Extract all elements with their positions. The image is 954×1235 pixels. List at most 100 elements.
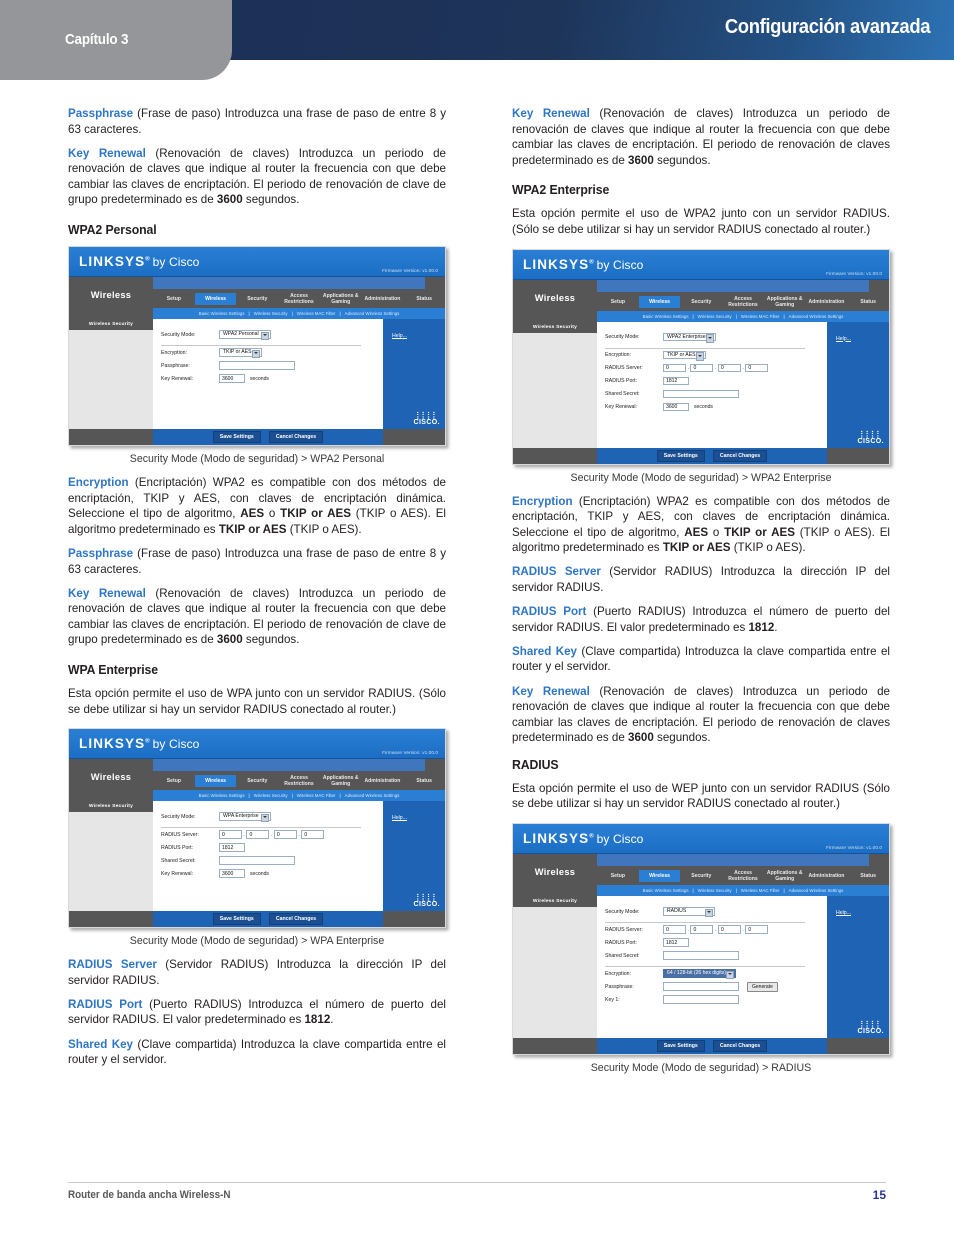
subnav-wireless-security[interactable]: Wireless Security bbox=[254, 793, 288, 798]
tab-applications-gaming[interactable]: Applications & Gaming bbox=[320, 772, 362, 790]
label-encryption: Encryption: bbox=[605, 352, 631, 359]
save-settings-button[interactable]: Save Settings bbox=[212, 913, 261, 926]
tab-status[interactable]: Status bbox=[847, 296, 889, 308]
input-key-renewal[interactable] bbox=[219, 374, 245, 383]
tab-access-restrictions[interactable]: Access Restrictions bbox=[278, 290, 320, 308]
tab-access-restrictions[interactable]: Access Restrictions bbox=[722, 867, 764, 885]
tab-setup[interactable]: Setup bbox=[597, 870, 639, 882]
select-encryption[interactable]: TKIP or AES bbox=[663, 350, 706, 361]
subnav-basic-wireless-settings[interactable]: Basic Wireless Settings bbox=[199, 311, 245, 316]
select-security-mode[interactable]: WPA2 Enterprise bbox=[663, 332, 716, 343]
subnav-basic-wireless-settings[interactable]: Basic Wireless Settings bbox=[643, 888, 689, 893]
input-radius-ip-1[interactable] bbox=[663, 925, 686, 934]
input-radius-ip-3[interactable] bbox=[717, 925, 741, 934]
select-security-mode[interactable]: RADIUS bbox=[663, 907, 715, 917]
input-shared-secret[interactable] bbox=[663, 951, 739, 960]
input-radius-ip-4[interactable] bbox=[301, 830, 325, 839]
subnav-basic-wireless-settings[interactable]: Basic Wireless Settings bbox=[643, 314, 689, 319]
router-footer-buttons: Save Settings Cancel Changes bbox=[597, 447, 827, 464]
subnav-wireless-mac-filter[interactable]: Wireless MAC Filter bbox=[297, 311, 336, 316]
help-link[interactable]: Help... bbox=[836, 910, 851, 916]
save-settings-button[interactable]: Save Settings bbox=[656, 449, 705, 462]
select-security-mode[interactable]: WPA Enterprise bbox=[219, 812, 271, 822]
save-settings-button[interactable]: Save Settings bbox=[212, 431, 261, 444]
tab-applications-gaming[interactable]: Applications & Gaming bbox=[764, 867, 806, 885]
tab-security[interactable]: Security bbox=[680, 870, 722, 882]
paragraph-wpa2-enterprise-intro: Esta opción permite el uso de WPA2 junto… bbox=[512, 207, 890, 236]
input-key1[interactable] bbox=[663, 995, 739, 1004]
help-link[interactable]: Help... bbox=[392, 815, 407, 821]
input-passphrase[interactable] bbox=[219, 361, 295, 370]
input-passphrase[interactable] bbox=[663, 982, 739, 991]
chevron-down-icon bbox=[263, 816, 268, 819]
input-shared-secret[interactable] bbox=[219, 856, 295, 865]
input-radius-ip-3[interactable] bbox=[273, 830, 297, 839]
subnav-basic-wireless-settings[interactable]: Basic Wireless Settings bbox=[199, 793, 245, 798]
select-security-mode[interactable]: WPA2 Personal bbox=[219, 330, 271, 340]
tab-setup[interactable]: Setup bbox=[153, 293, 195, 305]
select-encryption[interactable]: TKIP or AES bbox=[219, 348, 262, 358]
subnav-advanced-wireless-settings[interactable]: Advanced Wireless Settings bbox=[345, 311, 400, 316]
subnav-wireless-security[interactable]: Wireless Security bbox=[698, 888, 732, 893]
label-encryption: Encryption: bbox=[161, 349, 187, 356]
term-key-renewal: Key Renewal bbox=[512, 684, 590, 698]
tab-wireless[interactable]: Wireless bbox=[194, 293, 237, 306]
save-settings-button[interactable]: Save Settings bbox=[656, 1040, 705, 1053]
tab-access-restrictions[interactable]: Access Restrictions bbox=[278, 772, 320, 790]
generate-button[interactable]: Generate bbox=[747, 981, 778, 992]
router-app-name: Wireless bbox=[90, 290, 132, 301]
tab-status[interactable]: Status bbox=[403, 293, 445, 305]
router-body: Wireless Security Security Mode: WPA2 En… bbox=[513, 321, 889, 450]
tab-status[interactable]: Status bbox=[403, 775, 445, 787]
tab-access-restrictions[interactable]: Access Restrictions bbox=[722, 293, 764, 311]
help-link[interactable]: Help... bbox=[836, 336, 851, 342]
subnav-wireless-security[interactable]: Wireless Security bbox=[698, 314, 732, 319]
tab-setup[interactable]: Setup bbox=[153, 775, 195, 787]
tab-setup[interactable]: Setup bbox=[597, 296, 639, 308]
tab-wireless[interactable]: Wireless bbox=[638, 870, 681, 883]
cancel-changes-button[interactable]: Cancel Changes bbox=[712, 1040, 768, 1053]
input-shared-secret[interactable] bbox=[663, 389, 739, 399]
input-radius-port[interactable] bbox=[219, 843, 245, 852]
input-radius-port[interactable] bbox=[663, 376, 689, 386]
tab-administration[interactable]: Administration bbox=[806, 296, 848, 308]
cancel-changes-button[interactable]: Cancel Changes bbox=[268, 431, 324, 444]
tab-status[interactable]: Status bbox=[847, 870, 889, 882]
input-radius-ip-4[interactable] bbox=[745, 925, 769, 934]
subnav-wireless-mac-filter[interactable]: Wireless MAC Filter bbox=[741, 888, 780, 893]
input-radius-ip-2[interactable] bbox=[690, 925, 714, 934]
subnav-separator: | bbox=[735, 888, 737, 894]
cancel-changes-button[interactable]: Cancel Changes bbox=[268, 913, 324, 926]
subnav-advanced-wireless-settings[interactable]: Advanced Wireless Settings bbox=[789, 888, 844, 893]
tab-wireless[interactable]: Wireless bbox=[194, 775, 237, 788]
tab-security[interactable]: Security bbox=[680, 296, 722, 308]
input-key-renewal[interactable] bbox=[663, 402, 689, 412]
cancel-changes-button[interactable]: Cancel Changes bbox=[712, 449, 768, 462]
input-radius-ip-4[interactable] bbox=[745, 363, 769, 373]
page-title: Configuración avanzada bbox=[724, 15, 931, 38]
tab-administration[interactable]: Administration bbox=[362, 775, 404, 787]
tab-applications-gaming[interactable]: Applications & Gaming bbox=[320, 290, 362, 308]
tab-administration[interactable]: Administration bbox=[362, 293, 404, 305]
help-link[interactable]: Help... bbox=[392, 333, 407, 339]
input-radius-ip-3[interactable] bbox=[717, 363, 741, 373]
select-encryption[interactable]: 64 / 128-bit (26 hex digits) bbox=[663, 969, 736, 979]
input-key-renewal[interactable] bbox=[219, 869, 245, 878]
input-radius-ip-2[interactable] bbox=[690, 363, 714, 373]
tab-administration[interactable]: Administration bbox=[806, 870, 848, 882]
tab-wireless[interactable]: Wireless bbox=[638, 295, 681, 308]
tab-security[interactable]: Security bbox=[236, 293, 278, 305]
firmware-version: Firmware Version: v1.00.0 bbox=[382, 750, 438, 756]
tab-security[interactable]: Security bbox=[236, 775, 278, 787]
subnav-wireless-security[interactable]: Wireless Security bbox=[254, 311, 288, 316]
input-radius-port[interactable] bbox=[663, 938, 689, 947]
subnav-advanced-wireless-settings[interactable]: Advanced Wireless Settings bbox=[345, 793, 400, 798]
input-radius-ip-1[interactable] bbox=[219, 830, 242, 839]
subnav-advanced-wireless-settings[interactable]: Advanced Wireless Settings bbox=[789, 314, 844, 319]
subnav-wireless-mac-filter[interactable]: Wireless MAC Filter bbox=[741, 314, 780, 319]
router-body: Wireless Security Security Mode: WPA2 Pe… bbox=[69, 319, 445, 432]
input-radius-ip-1[interactable] bbox=[663, 363, 686, 373]
input-radius-ip-2[interactable] bbox=[246, 830, 270, 839]
tab-applications-gaming[interactable]: Applications & Gaming bbox=[764, 293, 806, 311]
subnav-wireless-mac-filter[interactable]: Wireless MAC Filter bbox=[297, 793, 336, 798]
